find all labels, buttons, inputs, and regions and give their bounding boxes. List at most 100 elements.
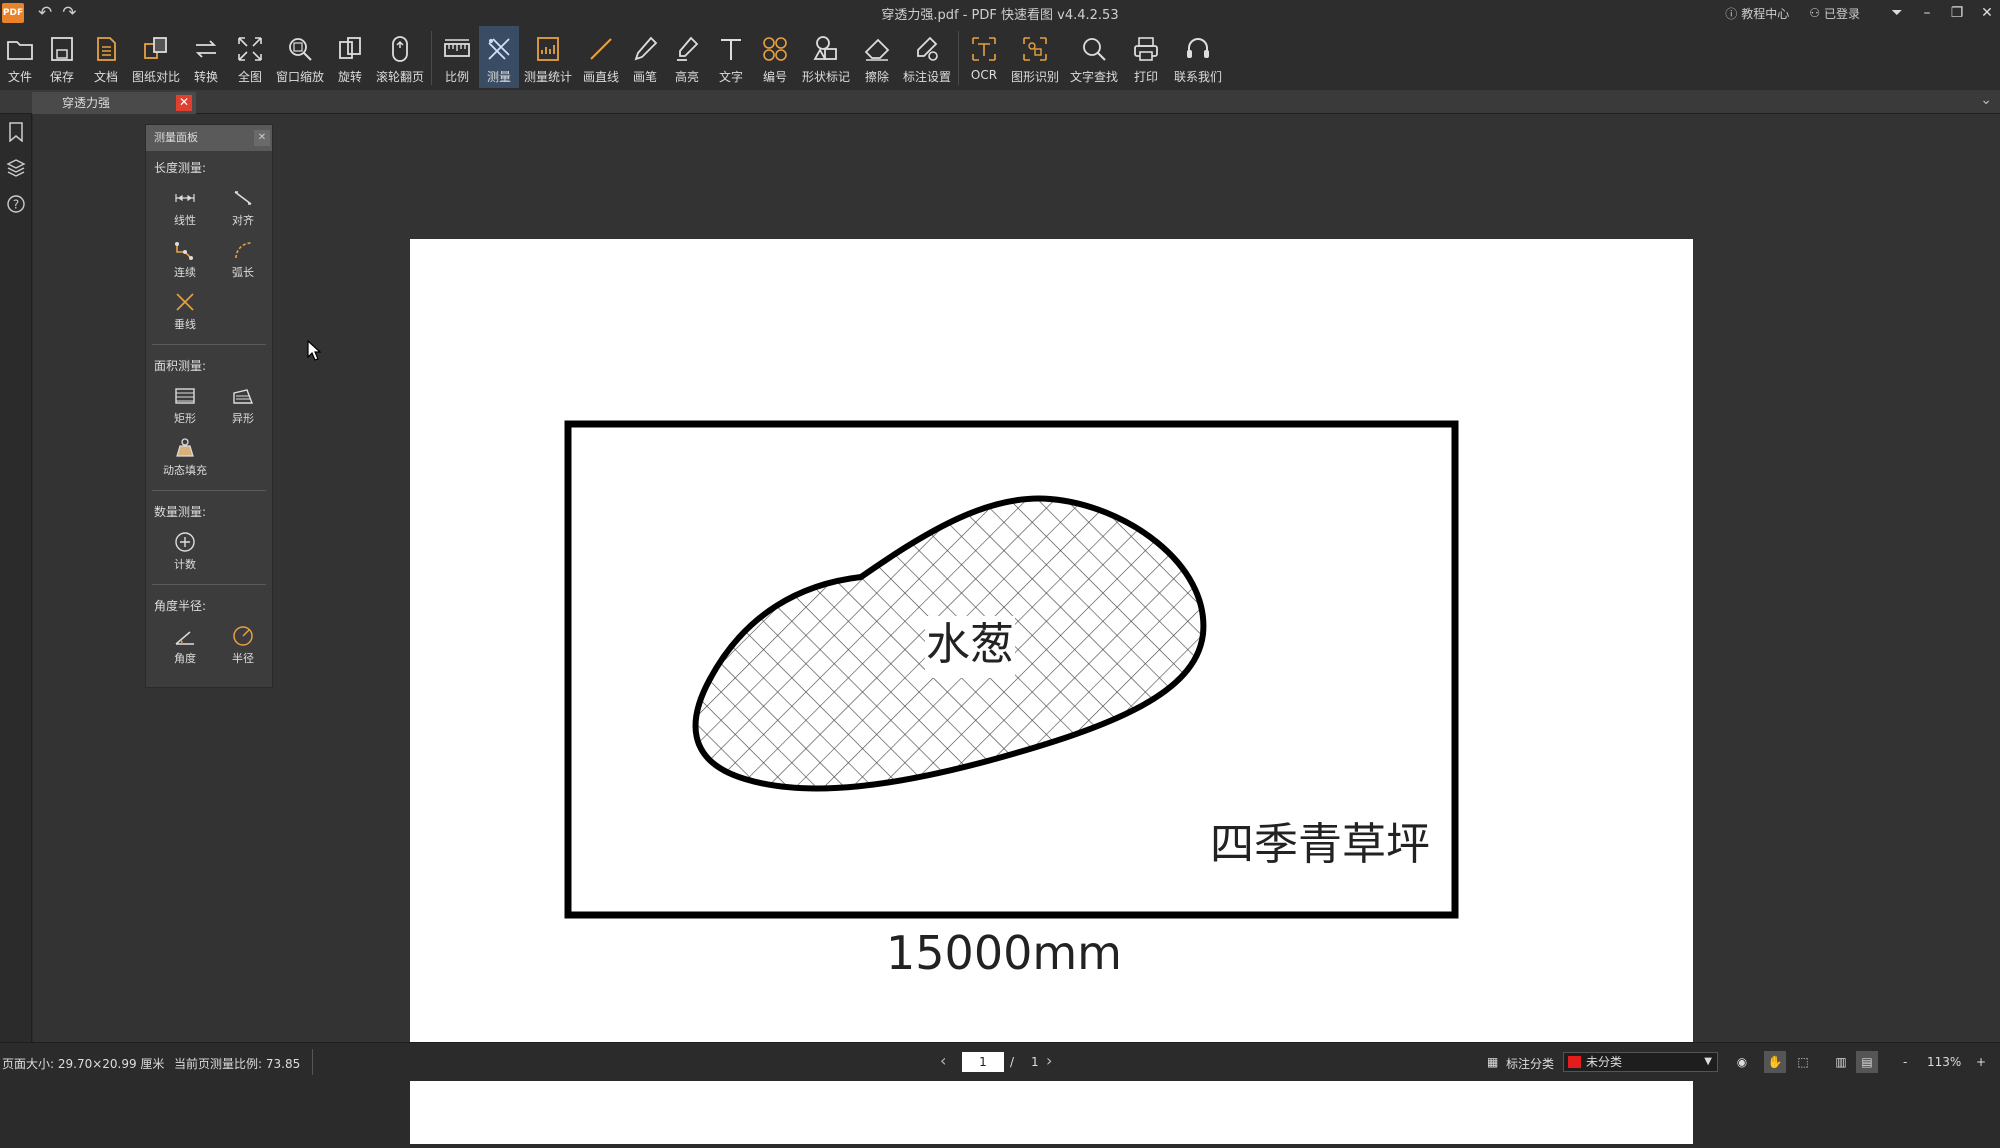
toolbar-headset-button[interactable]: 联系我们 (1168, 26, 1228, 88)
restore-button[interactable]: ❐ (1944, 5, 1970, 21)
document-tab-bar: 穿透力强 ✕ ⌄ (0, 90, 2000, 114)
page-size-info: 页面大小: 29.70×20.99 厘米 (2, 1057, 165, 1071)
annotation-category-select[interactable]: 未分类 ▼ (1563, 1052, 1718, 1072)
measure-radius-button[interactable]: 半径 (214, 620, 272, 672)
toolbar-text-button[interactable]: 文字 (709, 26, 753, 88)
folder-icon (7, 41, 33, 60)
toolbar-number-button[interactable]: 编号 (753, 26, 797, 88)
measure-linear-button[interactable]: 线性 (156, 182, 214, 234)
next-page-icon[interactable]: › (1046, 1051, 1052, 1070)
toolbar-shape-mark-button[interactable]: 形状标记 (797, 26, 855, 88)
text-icon (721, 39, 741, 60)
dynamic-fill-icon (176, 438, 194, 457)
close-panel-button[interactable]: ✕ (254, 130, 270, 146)
toolbar-save-button[interactable]: 保存 (40, 26, 84, 88)
irregular-area-icon (233, 389, 254, 404)
toolbar-rotate-button[interactable]: 旋转 (328, 26, 372, 88)
measure-aligned-button[interactable]: 对齐 (214, 182, 272, 234)
toolbar-highlight-button[interactable]: 高亮 (665, 26, 709, 88)
toolbar-eraser-button[interactable]: 擦除 (855, 26, 899, 88)
lawn-label: 四季青草坪 (1210, 819, 1430, 870)
document-tab[interactable]: 穿透力强 ✕ (32, 92, 196, 114)
toolbar-fullview-button[interactable]: 全图 (228, 26, 272, 88)
page-total: 1 (1031, 1055, 1039, 1069)
document-workspace[interactable]: 水葱 四季青草坪 15000mm (33, 114, 2000, 1144)
measure-perpendicular-button[interactable]: 垂线 (156, 286, 214, 338)
toolbar-document-button[interactable]: 文档 (84, 26, 128, 88)
redo-icon[interactable]: ↷ (62, 3, 76, 23)
zoom-out-button[interactable]: - (1903, 1055, 1907, 1069)
user-icon: ⚇ (1809, 6, 1820, 20)
toolbar-separator (431, 31, 432, 85)
category-grid-icon: ▦ (1487, 1055, 1499, 1069)
measure-continuous-button[interactable]: 连续 (156, 234, 214, 286)
category-color-swatch (1568, 1056, 1581, 1068)
toolbar-convert-button[interactable]: 转换 (184, 26, 228, 88)
count-icon (175, 532, 195, 552)
window-title: 穿透力强.pdf - PDF 快速看图 v4.4.2.53 (881, 7, 1119, 23)
panel-section-title: 面积测量: (154, 359, 207, 373)
help-center-link[interactable]: ⓘ 教程中心 (1725, 5, 1789, 22)
hand-tool-icon[interactable]: ✋ (1764, 1051, 1786, 1073)
prev-page-icon[interactable]: ‹ (940, 1051, 946, 1070)
measure-panel-header[interactable]: 测量面板 ✕ (146, 125, 272, 151)
toolbar-print-button[interactable]: 打印 (1124, 26, 1168, 88)
drawing-canvas: 水葱 四季青草坪 15000mm (564, 420, 1459, 980)
eye-icon[interactable]: ◉ (1731, 1051, 1753, 1073)
question-icon[interactable]: ? (0, 186, 32, 222)
toolbar-measure-button[interactable]: 测量 (479, 26, 519, 88)
planting-label: 水葱 (926, 619, 1014, 670)
panel-section-title: 数量测量: (154, 505, 207, 519)
toolbar-ocr-button[interactable]: OCR (962, 26, 1006, 88)
toolbar-folder-button[interactable]: 文件 (0, 26, 40, 88)
arc-length-icon (235, 242, 252, 259)
undo-icon[interactable]: ↶ (38, 3, 52, 23)
minimize-button[interactable]: – (1914, 5, 1940, 21)
toolbar-zoom-window-button[interactable]: 窗口缩放 (272, 26, 328, 88)
annotation-settings-icon (917, 36, 938, 61)
linear-icon (175, 194, 195, 202)
toolbar-text-search-button[interactable]: 文字查找 (1064, 26, 1124, 88)
bookmark-icon[interactable] (0, 114, 32, 150)
rectangle-area-icon (175, 388, 195, 404)
measure-dynamic-fill-button[interactable]: 动态填充 (156, 432, 214, 484)
toolbar-measure-stats-button[interactable]: 测量统计 (519, 26, 577, 88)
close-tab-button[interactable]: ✕ (176, 95, 192, 111)
page-number-input[interactable]: 1 (962, 1052, 1004, 1072)
zoom-in-button[interactable]: + (1976, 1055, 1986, 1069)
measure-stats-icon (537, 37, 559, 61)
measure-count-button[interactable]: 计数 (156, 526, 214, 578)
measure-rectangle-area-button[interactable]: 矩形 (156, 380, 214, 432)
aligned-icon (234, 191, 252, 205)
app-logo: PDF (2, 3, 24, 23)
shape-mark-icon (813, 36, 837, 60)
toolbar-annotation-settings-button[interactable]: 标注设置 (899, 26, 955, 88)
two-page-view-icon[interactable]: ▥ (1830, 1051, 1852, 1073)
measure-irregular-area-button[interactable]: 异形 (214, 380, 272, 432)
annotation-category-label: 标注分类 (1506, 1057, 1555, 1071)
chevron-down-icon[interactable]: ⌄ (1980, 92, 1992, 108)
scroll-wheel-icon (392, 36, 408, 62)
print-icon (1134, 37, 1158, 61)
toolbar-pen-button[interactable]: 画笔 (625, 26, 665, 88)
toolbar-scale-button[interactable]: 比例 (435, 26, 479, 88)
eraser-icon (864, 38, 890, 61)
left-sidebar: ? (0, 114, 32, 1042)
toolbar-shape-recognition-button[interactable]: 图形识别 (1006, 26, 1064, 88)
toolbar-line-button[interactable]: 画直线 (577, 26, 625, 88)
pdf-page[interactable]: 水葱 四季青草坪 15000mm (410, 239, 1693, 1144)
layers-icon[interactable] (0, 150, 32, 186)
mouse-cursor-icon (307, 340, 321, 361)
chevron-down-icon: ▼ (1704, 1056, 1712, 1067)
select-tool-icon[interactable]: ⬚ (1792, 1051, 1814, 1073)
login-status[interactable]: ⚇ 已登录 (1809, 5, 1860, 22)
measure-arc-length-button[interactable]: 弧长 (214, 234, 272, 286)
toolbar-compare-button[interactable]: 图纸对比 (128, 26, 184, 88)
measure-angle-button[interactable]: 角度 (156, 620, 214, 672)
close-window-button[interactable]: ✕ (1974, 5, 2000, 21)
ocr-icon (972, 37, 996, 61)
toolbar-scroll-wheel-button[interactable]: 滚轮翻页 (372, 26, 428, 88)
single-page-view-icon[interactable]: ▤ (1856, 1051, 1878, 1073)
number-icon (763, 37, 787, 61)
dropdown-menu-icon[interactable]: ⏷ (1884, 5, 1910, 21)
